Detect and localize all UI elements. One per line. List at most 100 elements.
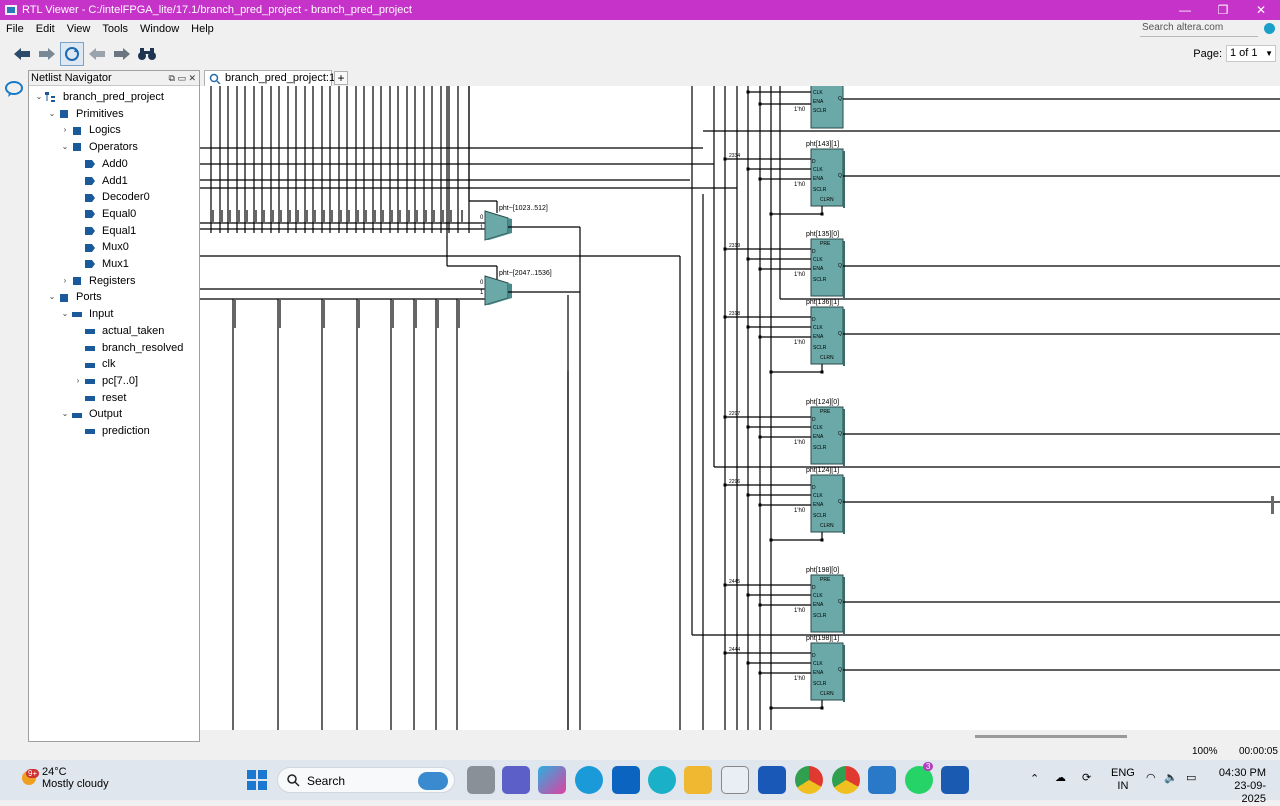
mux-in0: 0 [480,280,484,286]
modelsim-icon[interactable] [758,766,786,794]
task-view-icon[interactable] [467,766,495,794]
forward-icon[interactable] [35,42,59,66]
tree-item-operators[interactable]: ⌄ Operators [59,139,138,156]
tree-item-registers[interactable]: › Registers [59,273,136,290]
language-indicator[interactable]: ENG IN [1111,767,1135,793]
bit-tick [306,210,308,224]
battery-icon[interactable]: ▭ [1186,771,1196,784]
quartus-icon[interactable] [868,766,896,794]
minimize-button[interactable]: — [1166,0,1204,20]
tree-item-clk[interactable]: clk [72,356,115,373]
clock[interactable]: 04:30 PM 23-09-2025 [1214,767,1266,806]
menu-help[interactable]: Help [185,23,220,35]
tree-item-input[interactable]: ⌄ Input [59,306,114,323]
add-tab-button[interactable]: + [334,71,348,85]
tree-item-output[interactable]: ⌄ Output [59,406,122,423]
tree-item-branch-pred-project[interactable]: ⌄ branch_pred_project [33,89,164,106]
chevron-down-icon[interactable]: ⌄ [59,139,71,156]
tree-item-branch-resolved[interactable]: branch_resolved [72,340,183,357]
sync-icon[interactable]: ⟳ [1082,771,1091,784]
vertical-scroll-thumb[interactable] [1271,496,1274,514]
chrome-profile-icon[interactable] [832,766,860,794]
weather-widget[interactable]: 9+ 24°C Mostly cloudy [22,766,109,790]
whatsapp-icon[interactable]: 3 [905,762,934,794]
rtl-viewer-taskbar-icon[interactable] [941,766,969,794]
menu-view[interactable]: View [61,23,97,35]
tree-item-mux0[interactable]: Mux0 [72,239,129,256]
onedrive-icon[interactable]: ☁ [1055,771,1066,784]
tree-item-reset[interactable]: reset [72,390,126,407]
pin-clk: CLK [813,593,823,599]
teams-icon[interactable] [502,766,530,794]
const-label: 1'h0 [794,508,806,514]
volume-icon[interactable]: 🔈 [1164,771,1178,784]
tree-item-pc-7-0[interactable]: › pc[7..0] [72,373,138,390]
find-binoculars-icon[interactable] [135,42,159,66]
bit-tick [238,210,240,224]
copilot-icon[interactable] [538,766,566,794]
pin-ena: ENA [813,434,824,440]
horizontal-scrollbar[interactable] [200,730,1280,742]
chevron-down-icon[interactable]: ⌄ [46,106,58,123]
start-button[interactable] [243,766,271,794]
bit-tick [314,210,316,224]
menu-tools[interactable]: Tools [96,23,134,35]
chevron-down-icon[interactable]: ⌄ [46,289,58,306]
tree-item-label: Primitives [76,107,124,120]
tree-item-logics[interactable]: › Logics [59,122,121,139]
tree-item-decoder0[interactable]: Decoder0 [72,189,150,206]
pin-pre: PRE [820,577,831,583]
tree-item-prediction[interactable]: prediction [72,423,150,440]
wifi-icon[interactable]: ◠ [1146,771,1156,784]
port-icon [85,395,95,401]
tree-item-primitives[interactable]: ⌄ Primitives [46,106,124,123]
const-label: 1'h0 [794,440,806,446]
refresh-icon[interactable] [60,42,84,66]
chevron-right-icon[interactable]: › [72,373,84,390]
cortana-icon[interactable] [648,766,676,794]
file-explorer-icon[interactable] [684,766,712,794]
back-icon[interactable] [10,42,34,66]
tree-item-label: prediction [102,425,150,437]
pin-pre: PRE [820,241,831,247]
chevron-right-icon[interactable]: › [59,122,71,139]
chevron-down-icon[interactable]: ⌄ [33,89,45,106]
scroll-thumb[interactable] [975,735,1127,738]
bit-tick [450,210,452,224]
store-icon[interactable] [721,766,749,794]
chevron-down-icon[interactable]: ⌄ [59,306,71,323]
menu-window[interactable]: Window [134,23,185,35]
chevron-right-icon[interactable]: › [59,273,71,290]
search-help-icon[interactable] [1264,23,1275,34]
junction [746,593,750,597]
tree-item-equal0[interactable]: Equal0 [72,206,136,223]
tree-item-add0[interactable]: Add0 [72,156,128,173]
netlist-navigator-panel: Netlist Navigator ⧉ ▭ ✕ ⌄ branch_pred_pro… [28,70,200,742]
menu-edit[interactable]: Edit [30,23,61,35]
page-select[interactable]: 1 of 1 ▼ [1226,45,1276,62]
tree-item-add1[interactable]: Add1 [72,173,128,190]
close-button[interactable]: ✕ [1242,0,1280,20]
tree-item-mux1[interactable]: Mux1 [72,256,129,273]
net-label: 2334 [729,153,740,159]
chrome-icon[interactable] [795,766,823,794]
tab-branch-pred-project[interactable]: branch_pred_project:1 [204,70,335,86]
schematic-canvas[interactable]: pht~[1023..512] 0 1 pht~[2047..1536] 0 1 CLK EN… [200,86,1280,730]
menu-file[interactable]: File [0,23,30,35]
junction [820,706,824,710]
tree-item-equal1[interactable]: Equal1 [72,223,136,240]
chevron-down-icon[interactable]: ⌄ [59,406,71,423]
edge-icon[interactable] [575,766,603,794]
search-input[interactable]: Search altera.com [1140,22,1258,37]
tree-item-ports[interactable]: ⌄ Ports [46,289,102,306]
maximize-button[interactable]: ❐ [1204,0,1242,20]
bit-tick [392,300,394,328]
go-forward-icon[interactable] [110,42,134,66]
go-back-icon[interactable] [85,42,109,66]
tree-item-actual-taken[interactable]: actual_taken [72,323,164,340]
panel-controls[interactable]: ⧉ ▭ ✕ [169,71,196,86]
taskbar-search[interactable]: Search [277,767,455,793]
tray-chevron-up-icon[interactable]: ⌃ [1030,772,1039,785]
chat-bubble-icon[interactable] [5,80,23,98]
outlook-icon[interactable] [612,766,640,794]
